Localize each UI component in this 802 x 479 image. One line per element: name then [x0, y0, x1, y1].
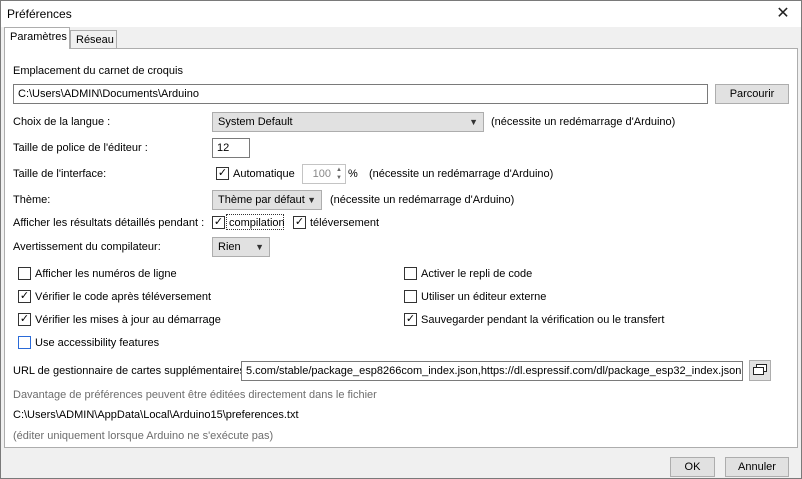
verify-after-upload-checkbox[interactable]: ✓	[18, 290, 31, 303]
ok-button[interactable]: OK	[670, 457, 715, 477]
language-select-value: System Default	[218, 116, 293, 128]
interface-scale-spinner[interactable]: 100 ▲ ▼	[302, 164, 346, 184]
verbose-upload-checkbox[interactable]: ✓	[293, 216, 306, 229]
chevron-down-icon: ▼	[469, 117, 478, 127]
code-folding-label: Activer le repli de code	[421, 268, 533, 280]
title-bar: Préférences ✕	[1, 1, 801, 27]
check-updates-label: Vérifier les mises à jour au démarrage	[35, 314, 221, 326]
interface-restart-note: (nécessite un redémarrage d'Arduino)	[369, 168, 554, 180]
editor-font-size-field[interactable]: 12	[212, 138, 250, 158]
window-title: Préférences	[7, 7, 72, 21]
browse-button[interactable]: Parcourir	[715, 84, 789, 104]
verify-after-upload-label: Vérifier le code après téléversement	[35, 291, 212, 303]
chevron-down-icon: ▼	[307, 195, 316, 205]
boards-url-field[interactable]: 5.com/stable/package_esp8266com_index.js…	[241, 361, 743, 381]
interface-scale-label: Taille de l'interface:	[13, 168, 107, 180]
warnings-select-value: Rien	[218, 241, 241, 253]
accessibility-checkbox[interactable]	[18, 336, 31, 349]
warnings-label: Avertissement du compilateur:	[13, 241, 161, 253]
tab-reseau[interactable]: Réseau	[70, 30, 117, 50]
language-label: Choix de la langue :	[13, 116, 111, 128]
spinner-arrows-icon[interactable]: ▲ ▼	[334, 166, 344, 182]
theme-restart-note: (nécessite un redémarrage d'Arduino)	[330, 194, 515, 206]
close-icon[interactable]: ✕	[773, 4, 793, 24]
info-edit-note: (éditer uniquement lorsque Arduino ne s'…	[13, 430, 274, 442]
verbose-upload-label: téléversement	[310, 217, 380, 229]
boards-url-label: URL de gestionnaire de cartes supplément…	[13, 365, 245, 377]
percent-unit: %	[348, 168, 358, 180]
check-updates-checkbox[interactable]: ✓	[18, 313, 31, 326]
save-on-verify-checkbox[interactable]: ✓	[404, 313, 417, 326]
editor-font-label: Taille de police de l'éditeur :	[13, 142, 148, 154]
verbose-compile-checkbox[interactable]: ✓	[212, 216, 225, 229]
window-list-icon	[753, 364, 767, 375]
language-restart-note: (nécessite un redémarrage d'Arduino)	[491, 116, 676, 128]
line-numbers-checkbox[interactable]	[18, 267, 31, 280]
theme-select-value: Thème par défaut	[218, 194, 305, 206]
verbose-label: Afficher les résultats détaillés pendant…	[13, 217, 205, 229]
info-text: Davantage de préférences peuvent être éd…	[13, 389, 377, 401]
sketchbook-label: Emplacement du carnet de croquis	[13, 65, 183, 77]
tab-parametres[interactable]: Paramètres	[4, 27, 70, 49]
auto-scale-label: Automatique	[233, 168, 295, 180]
chevron-down-icon: ▼	[255, 242, 264, 252]
code-folding-checkbox[interactable]	[404, 267, 417, 280]
preferences-window: Préférences ✕ Paramètres Réseau Emplacem…	[0, 0, 802, 479]
save-on-verify-label: Sauvegarder pendant la vérification ou l…	[421, 314, 665, 326]
external-editor-checkbox[interactable]	[404, 290, 417, 303]
language-select[interactable]: System Default ▼	[212, 112, 484, 132]
line-numbers-label: Afficher les numéros de ligne	[35, 268, 177, 280]
theme-label: Thème:	[13, 194, 51, 206]
accessibility-label: Use accessibility features	[35, 337, 160, 349]
theme-select[interactable]: Thème par défaut ▼	[212, 190, 322, 210]
edit-urls-button[interactable]	[749, 360, 771, 381]
external-editor-label: Utiliser un éditeur externe	[421, 291, 547, 303]
verbose-compile-label: compilation	[229, 217, 285, 229]
cancel-button[interactable]: Annuler	[725, 457, 789, 477]
warnings-select[interactable]: Rien ▼	[212, 237, 270, 257]
preferences-file-path: C:\Users\ADMIN\AppData\Local\Arduino15\p…	[13, 409, 299, 421]
sketchbook-path-field[interactable]: C:\Users\ADMIN\Documents\Arduino	[13, 84, 708, 104]
auto-scale-checkbox[interactable]: ✓	[216, 167, 229, 180]
